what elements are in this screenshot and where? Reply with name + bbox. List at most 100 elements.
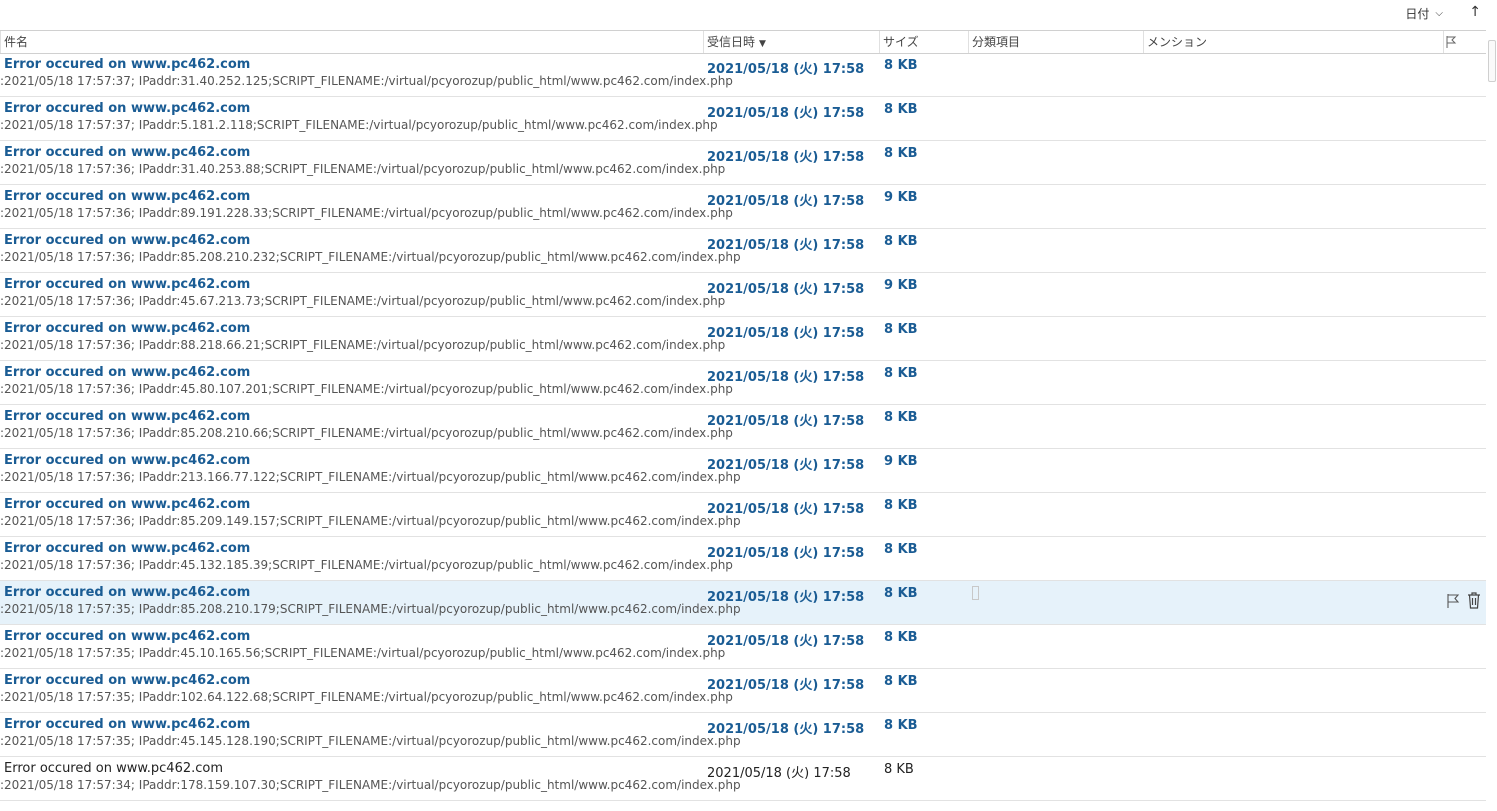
flag-icon[interactable] [1446,593,1460,609]
message-size: 8 KB [884,102,918,117]
message-row[interactable]: Error occured on www.pc462.com :2021/05/1… [0,493,1486,537]
view-toolbar: 日付 ⌵ ↑ [0,0,1497,30]
message-row[interactable]: Error occured on www.pc462.com :2021/05/1… [0,229,1486,273]
message-row[interactable]: Error occured on www.pc462.com :2021/05/1… [0,185,1486,229]
chevron-down-icon: ⌵ [1435,8,1443,19]
message-row[interactable]: Error occured on www.pc462.com:2021/05/1… [0,625,1486,669]
message-subject: Error occured on www.pc462.com [4,101,251,116]
flag-icon [1446,36,1457,48]
sort-direction-arrow-icon[interactable]: ↑ [1469,4,1481,20]
message-subject: Error occured on www.pc462.com [4,233,251,248]
message-received-date: 2021/05/18 (火) 17:58 [707,502,865,517]
message-preview: :2021/05/18 17:57:35; IPaddr:102.64.122.… [0,690,733,704]
column-header-received[interactable]: 受信日時 ▼ [703,31,879,53]
message-received-date: 2021/05/18 (火) 17:58 [707,282,865,297]
column-header-size[interactable]: サイズ [879,31,968,53]
message-subject: Error occured on www.pc462.com [4,541,251,556]
scrollbar-thumb[interactable] [1488,40,1496,82]
sort-descending-icon: ▼ [759,39,766,49]
column-header-flag[interactable] [1443,31,1486,53]
message-size: 8 KB [884,322,918,337]
message-preview: :2021/05/18 17:57:36; IPaddr:88.218.66.2… [0,338,726,352]
message-received-date: 2021/05/18 (火) 17:58 [707,106,865,121]
message-size: 8 KB [884,718,918,733]
message-preview: :2021/05/18 17:57:36; IPaddr:45.67.213.7… [0,294,726,308]
message-received-date: 2021/05/18 (火) 17:58 [707,326,865,341]
message-preview: :2021/05/18 17:57:36; IPaddr:45.80.107.2… [0,382,733,396]
message-subject: Error occured on www.pc462.com [4,145,251,160]
message-size: 8 KB [884,410,918,425]
message-row[interactable]: Error occured on www.pc462.com :2021/05/1… [0,537,1486,581]
message-preview: :2021/05/18 17:57:36; IPaddr:45.132.185.… [0,558,733,572]
message-received-date: 2021/05/18 (火) 17:58 [707,590,865,605]
message-preview: :2021/05/18 17:57:36; IPaddr:89.191.228.… [0,206,733,220]
trash-icon[interactable] [1467,592,1481,609]
message-row[interactable]: Error occured on www.pc462.com :2021/05/1… [0,361,1486,405]
message-preview: :2021/05/18 17:57:37; IPaddr:31.40.252.1… [0,74,733,88]
message-row[interactable]: Error occured on www.pc462.com:2021/05/1… [0,757,1486,801]
message-row[interactable]: Error occured on www.pc462.com:2021/05/1… [0,405,1486,449]
column-header-size-label: サイズ [883,35,919,49]
category-selector[interactable] [972,586,979,600]
message-received-date: 2021/05/18 (火) 17:58 [707,458,865,473]
message-subject: Error occured on www.pc462.com [4,57,251,72]
column-header-mention[interactable]: メンション [1143,31,1443,53]
message-received-date: 2021/05/18 (火) 17:58 [707,722,865,737]
message-size: 9 KB [884,454,918,469]
message-subject: Error occured on www.pc462.com [4,365,251,380]
message-row[interactable]: Error occured on www.pc462.com:2021/05/1… [0,449,1486,493]
message-row[interactable]: Error occured on www.pc462.com :2021/05/1… [0,669,1486,713]
message-received-date: 2021/05/18 (火) 17:58 [707,238,865,253]
column-header-category[interactable]: 分類項目 [968,31,1143,53]
message-subject: Error occured on www.pc462.com [4,761,224,776]
message-preview: :2021/05/18 17:57:35; IPaddr:45.10.165.5… [0,646,726,660]
message-preview: :2021/05/18 17:57:36; IPaddr:31.40.253.8… [0,162,726,176]
message-received-date: 2021/05/18 (火) 17:58 [707,414,865,429]
sort-by-dropdown[interactable]: 日付 ⌵ [1405,5,1443,22]
message-received-date: 2021/05/18 (火) 17:58 [707,370,865,385]
column-header-category-label: 分類項目 [972,35,1021,49]
message-received-date: 2021/05/18 (火) 17:58 [707,634,865,649]
message-preview: :2021/05/18 17:57:37; IPaddr:5.181.2.118… [0,118,718,132]
message-subject: Error occured on www.pc462.com [4,673,251,688]
message-size: 8 KB [884,762,914,777]
sort-by-label: 日付 [1405,7,1430,21]
message-size: 8 KB [884,58,918,73]
message-size: 8 KB [884,366,918,381]
message-preview: :2021/05/18 17:57:35; IPaddr:45.145.128.… [0,734,741,748]
message-row[interactable]: Error occured on www.pc462.com:2021/05/1… [0,581,1486,625]
message-row[interactable]: Error occured on www.pc462.com:2021/05/1… [0,317,1486,361]
message-preview: :2021/05/18 17:57:36; IPaddr:85.208.210.… [0,426,733,440]
message-size: 9 KB [884,278,918,293]
message-row[interactable]: Error occured on www.pc462.com :2021/05/1… [0,141,1486,185]
message-size: 8 KB [884,630,918,645]
message-size: 8 KB [884,542,918,557]
message-subject: Error occured on www.pc462.com [4,189,251,204]
vertical-scrollbar[interactable] [1486,30,1497,811]
column-header-mention-label: メンション [1147,35,1208,49]
message-subject: Error occured on www.pc462.com [4,585,251,600]
message-received-date: 2021/05/18 (火) 17:58 [707,766,851,781]
message-received-date: 2021/05/18 (火) 17:58 [707,150,865,165]
message-preview: :2021/05/18 17:57:36; IPaddr:85.209.149.… [0,514,741,528]
message-size: 8 KB [884,234,918,249]
message-received-date: 2021/05/18 (火) 17:58 [707,194,865,209]
message-row[interactable]: Error occured on www.pc462.com :2021/05/1… [0,713,1486,757]
message-subject: Error occured on www.pc462.com [4,277,251,292]
message-size: 9 KB [884,190,918,205]
column-header-received-label: 受信日時 [707,35,756,49]
message-subject: Error occured on www.pc462.com [4,717,251,732]
message-received-date: 2021/05/18 (火) 17:58 [707,62,865,77]
message-row[interactable]: Error occured on www.pc462.com :2021/05/1… [0,273,1486,317]
message-row[interactable]: Error occured on www.pc462.com :2021/05/1… [0,97,1486,141]
column-header-subject[interactable]: 件名 [0,31,703,53]
message-preview: :2021/05/18 17:57:36; IPaddr:85.208.210.… [0,250,741,264]
message-row[interactable]: Error occured on www.pc462.com :2021/05/1… [0,53,1486,97]
message-size: 8 KB [884,586,918,601]
message-size: 8 KB [884,674,918,689]
message-size: 8 KB [884,146,918,161]
message-received-date: 2021/05/18 (火) 17:58 [707,678,865,693]
message-subject: Error occured on www.pc462.com [4,453,251,468]
message-list: Error occured on www.pc462.com :2021/05/1… [0,53,1486,801]
message-subject: Error occured on www.pc462.com [4,497,251,512]
